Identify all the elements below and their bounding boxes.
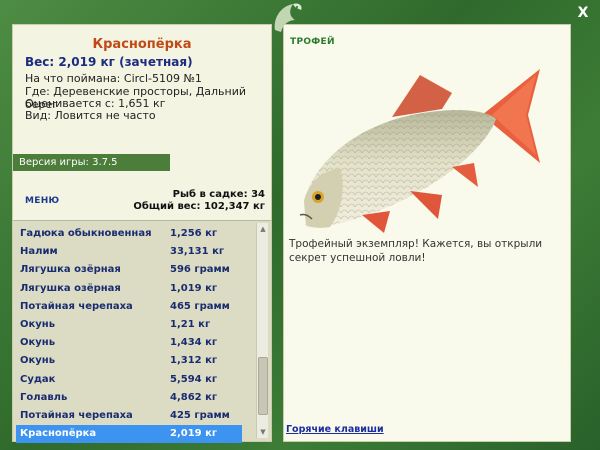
- close-icon: X: [577, 5, 589, 21]
- catch-list-item[interactable]: Окунь 1,21 кг: [16, 316, 242, 334]
- catch-list-item[interactable]: Лягушка озёрная 596 грамм: [16, 261, 242, 279]
- catch-stats: Рыб в садке: 34 Общий вес: 102,347 кг: [133, 189, 265, 213]
- hotkeys-link[interactable]: Горячие клавиши: [286, 424, 384, 435]
- scrollbar[interactable]: ▲ ▼: [256, 223, 268, 438]
- fish-count: Рыб в садке: 34: [172, 189, 265, 200]
- scroll-thumb[interactable]: [258, 357, 268, 415]
- caught-on-text: На что поймана: Circl-5109 №1: [25, 72, 202, 85]
- catch-item-weight: 1,312 кг: [170, 355, 218, 367]
- catch-list[interactable]: Гадюка обыкновенная 1,256 кг Налим 33,131 к…: [16, 225, 242, 444]
- version-label: Версия игры: 3.7.5: [13, 154, 170, 171]
- scroll-up-icon[interactable]: ▲: [258, 224, 268, 234]
- trophy-panel: ТРОФЕЙ Трофейный экземпляр! Кажется, вы …: [283, 24, 571, 442]
- rarity-text: Вид: Ловится не часто: [25, 109, 156, 122]
- catch-item-weight: 4,862 кг: [170, 391, 218, 403]
- catch-item-weight: 425 грамм: [170, 409, 230, 421]
- total-weight: Общий вес: 102,347 кг: [133, 201, 265, 212]
- catch-item-name: Лягушка озёрная: [20, 264, 121, 276]
- catch-item-name: Налим: [20, 246, 58, 258]
- catch-item-name: Гадюка обыкновенная: [20, 228, 152, 239]
- catch-item-weight: 33,131 кг: [170, 246, 225, 258]
- catch-list-item[interactable]: Голавль 4,862 кг: [16, 389, 242, 407]
- catch-item-name: Окунь: [20, 355, 56, 367]
- scroll-down-icon[interactable]: ▼: [258, 427, 268, 437]
- catch-item-weight: 1,256 кг: [170, 228, 218, 239]
- close-button[interactable]: X: [574, 4, 592, 22]
- fish-image: [299, 69, 540, 233]
- catch-item-weight: 5,594 кг: [170, 373, 218, 385]
- catch-item-weight: 2,019 кг: [170, 428, 218, 440]
- catch-item-name: Окунь: [20, 318, 56, 330]
- catch-list-item[interactable]: Краснопёрка 2,019 кг: [16, 425, 242, 444]
- menu-button[interactable]: МЕНЮ: [25, 196, 59, 206]
- catch-item-name: Голавль: [20, 391, 68, 403]
- catch-item-name: Окунь: [20, 337, 56, 349]
- catch-list-item[interactable]: Лягушка озёрная 1,019 кг: [16, 280, 242, 298]
- fish-info-panel: Краснопёрка Вес: 2,019 кг (зачетная) На …: [12, 24, 272, 444]
- catch-item-name: Потайная черепаха: [20, 300, 133, 312]
- catch-item-weight: 1,21 кг: [170, 318, 211, 330]
- catch-item-name: Лягушка озёрная: [20, 282, 121, 294]
- catch-list-item[interactable]: Гадюка обыкновенная 1,256 кг: [16, 225, 242, 243]
- catch-item-weight: 1,434 кг: [170, 337, 218, 349]
- catch-list-item[interactable]: Налим 33,131 кг: [16, 243, 242, 261]
- catch-item-name: Потайная черепаха: [20, 409, 133, 421]
- catch-item-name: Краснопёрка: [20, 428, 97, 440]
- catch-list-item[interactable]: Потайная черепаха 465 грамм: [16, 298, 242, 316]
- catch-list-item[interactable]: Окунь 1,312 кг: [16, 352, 242, 370]
- catch-list-area: Гадюка обыкновенная 1,256 кг Налим 33,131 к…: [13, 220, 271, 444]
- catch-list-item[interactable]: Судак 5,594 кг: [16, 371, 242, 389]
- catch-item-weight: 1,019 кг: [170, 282, 218, 294]
- fish-name: Краснопёрка: [92, 37, 192, 52]
- catch-item-name: Судак: [20, 373, 56, 385]
- catch-list-item[interactable]: Окунь 1,434 кг: [16, 334, 242, 352]
- catch-list-item[interactable]: Потайная черепаха 425 грамм: [16, 407, 242, 425]
- catch-item-weight: 465 грамм: [170, 300, 230, 312]
- fish-weight: Вес: 2,019 кг (зачетная): [25, 55, 193, 69]
- trophy-message: Трофейный экземпляр! Кажется, вы открыли…: [289, 238, 543, 264]
- catch-item-weight: 596 грамм: [170, 264, 230, 276]
